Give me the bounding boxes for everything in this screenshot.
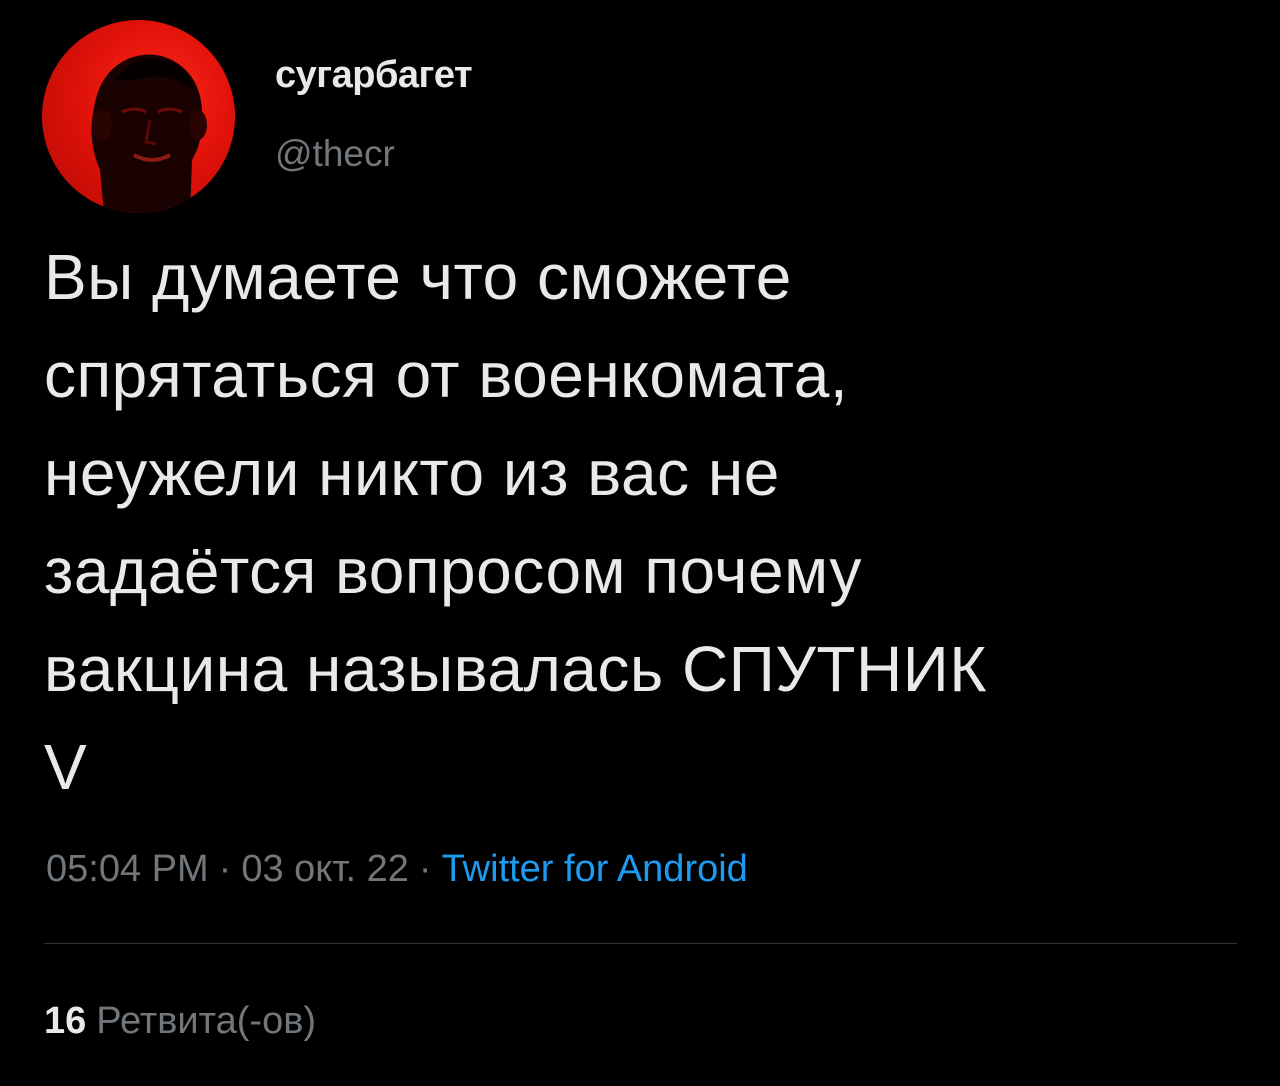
avatar-portrait-image bbox=[91, 54, 207, 213]
retweets-count: 16 bbox=[44, 1000, 87, 1042]
author-handle[interactable]: @thecr bbox=[275, 133, 395, 175]
tweet-time[interactable]: 05:04 PM bbox=[46, 848, 209, 890]
meta-separator: · bbox=[218, 848, 232, 890]
divider bbox=[44, 943, 1237, 944]
tweet-detail: сугарбагет @thecr Вы думаете что сможете… bbox=[0, 0, 1280, 1086]
retweets-stat[interactable]: 16 Ретвита(-ов) bbox=[44, 1000, 316, 1043]
retweets-label: Ретвита(-ов) bbox=[96, 1000, 317, 1042]
tweet-date[interactable]: 03 окт. 22 bbox=[241, 848, 409, 890]
author-display-name[interactable]: сугарбагет bbox=[275, 54, 473, 97]
tweet-text: Вы думаете что сможете спрятаться от вое… bbox=[44, 241, 987, 803]
avatar[interactable] bbox=[42, 20, 235, 213]
tweet-metadata: 05:04 PM · 03 окт. 22 · Twitter for Android bbox=[46, 848, 748, 891]
meta-separator: · bbox=[418, 848, 432, 890]
tweet-source-link[interactable]: Twitter for Android bbox=[442, 848, 748, 890]
